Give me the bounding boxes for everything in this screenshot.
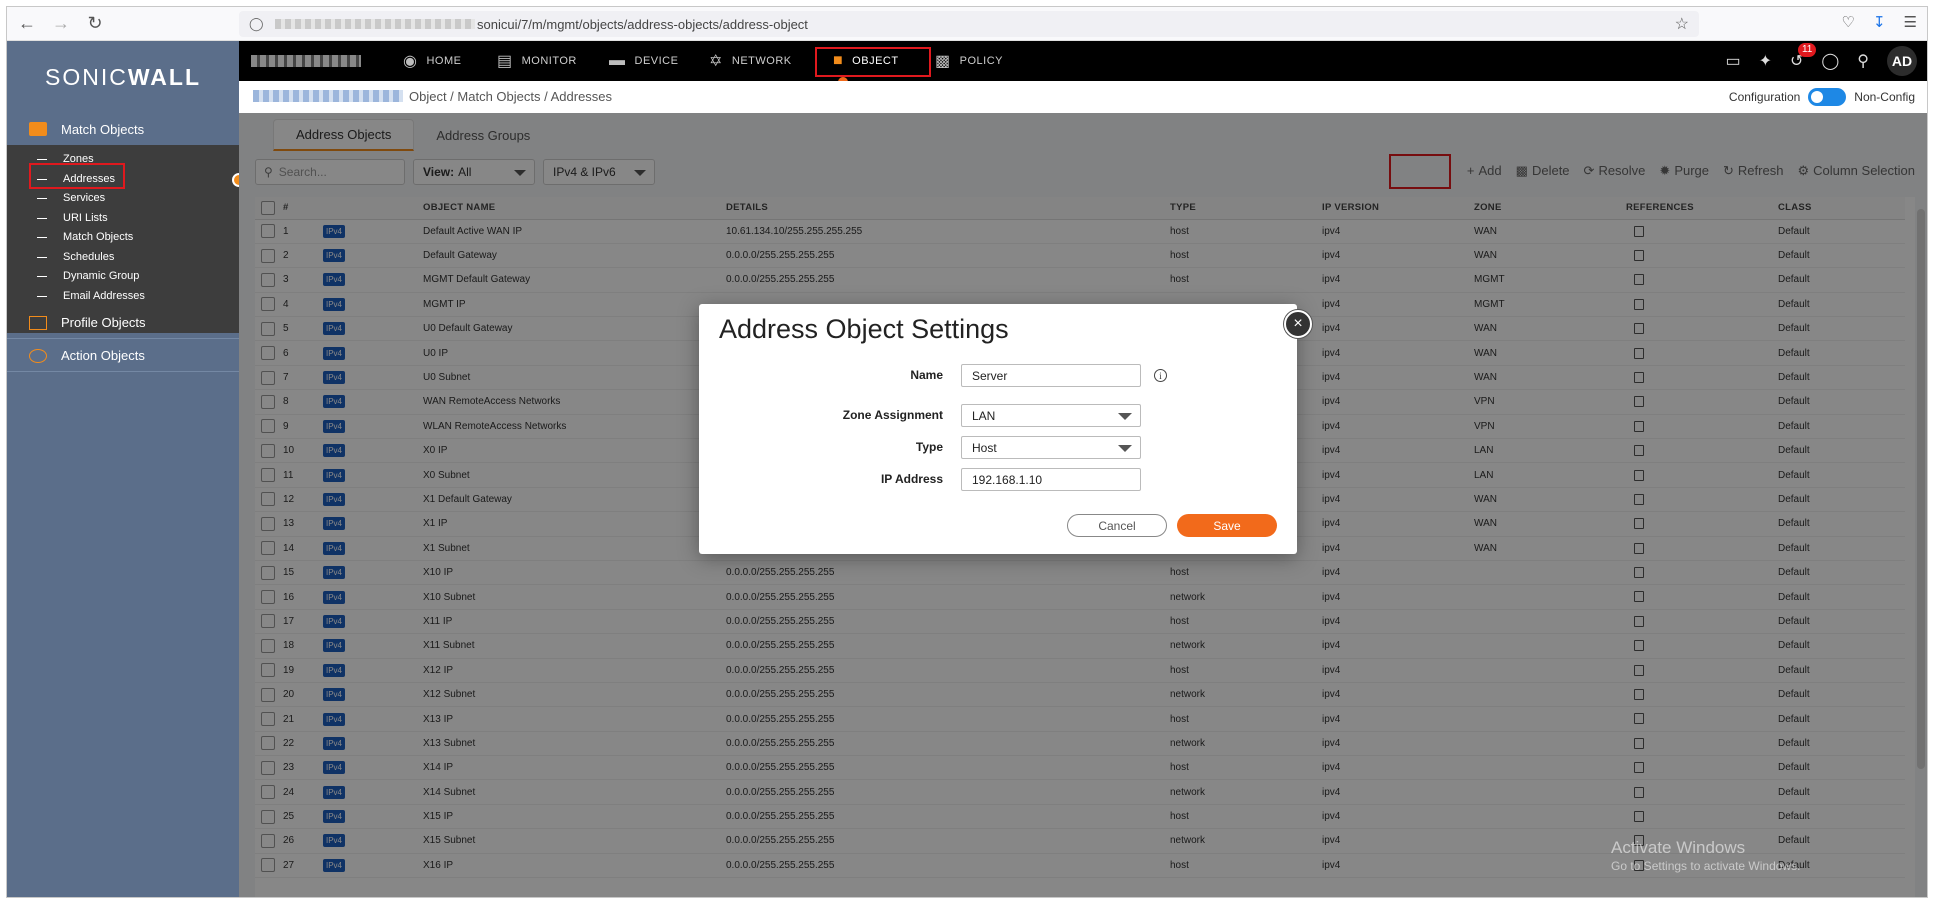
browser-toolbar: ← → ↻ ◯ sonicui/7/m/mgmt/objects/address… xyxy=(7,7,1927,41)
zone-assignment-label: Zone Assignment xyxy=(842,408,943,422)
url-text: sonicui/7/m/mgmt/objects/address-objects… xyxy=(477,16,808,32)
chevron-down-icon xyxy=(1118,413,1132,420)
redacted-host xyxy=(275,19,475,29)
name-label: Name xyxy=(910,368,943,382)
name-value: Server xyxy=(972,368,1008,383)
zone-assignment-select[interactable]: LAN xyxy=(961,404,1141,427)
back-icon[interactable]: ← xyxy=(13,10,41,38)
pocket-icon[interactable]: ♡ xyxy=(1842,13,1855,31)
download-icon[interactable]: ↧ xyxy=(1873,13,1886,31)
name-field[interactable]: Server xyxy=(961,364,1141,387)
address-object-settings-dialog: Address Object Settings × Name Server i … xyxy=(699,304,1312,554)
address-bar[interactable]: ◯ sonicui/7/m/mgmt/objects/address-objec… xyxy=(239,11,1699,37)
activation-watermark-subtitle: Go to Settings to activate Windows. xyxy=(1611,859,1801,873)
browser-icons: ♡ ↧ ☰ xyxy=(1842,13,1917,31)
shield-icon: ◯ xyxy=(249,16,264,31)
reload-icon[interactable]: ↻ xyxy=(81,10,109,38)
ip-address-field[interactable]: 192.168.1.10 xyxy=(961,468,1141,491)
type-select[interactable]: Host xyxy=(961,436,1141,459)
zone-value: LAN xyxy=(972,408,996,423)
forward-icon[interactable]: → xyxy=(47,10,75,38)
app-window: ← → ↻ ◯ sonicui/7/m/mgmt/objects/address… xyxy=(6,6,1928,898)
activation-watermark-title: Activate Windows xyxy=(1611,838,1746,857)
ip-address-label: IP Address xyxy=(880,472,943,486)
save-button[interactable]: Save xyxy=(1177,514,1277,537)
dialog-title: Address Object Settings xyxy=(719,314,1009,344)
bookmark-star-icon[interactable]: ☆ xyxy=(1675,14,1689,34)
ip-address-value: 192.168.1.10 xyxy=(972,472,1043,487)
info-icon[interactable]: i xyxy=(1154,369,1167,382)
close-icon[interactable]: × xyxy=(1284,310,1312,338)
chevron-down-icon xyxy=(1118,445,1132,452)
type-label: Type xyxy=(915,440,943,454)
cancel-button[interactable]: Cancel xyxy=(1067,514,1167,537)
menu-icon[interactable]: ☰ xyxy=(1904,13,1917,31)
type-value: Host xyxy=(972,440,997,455)
